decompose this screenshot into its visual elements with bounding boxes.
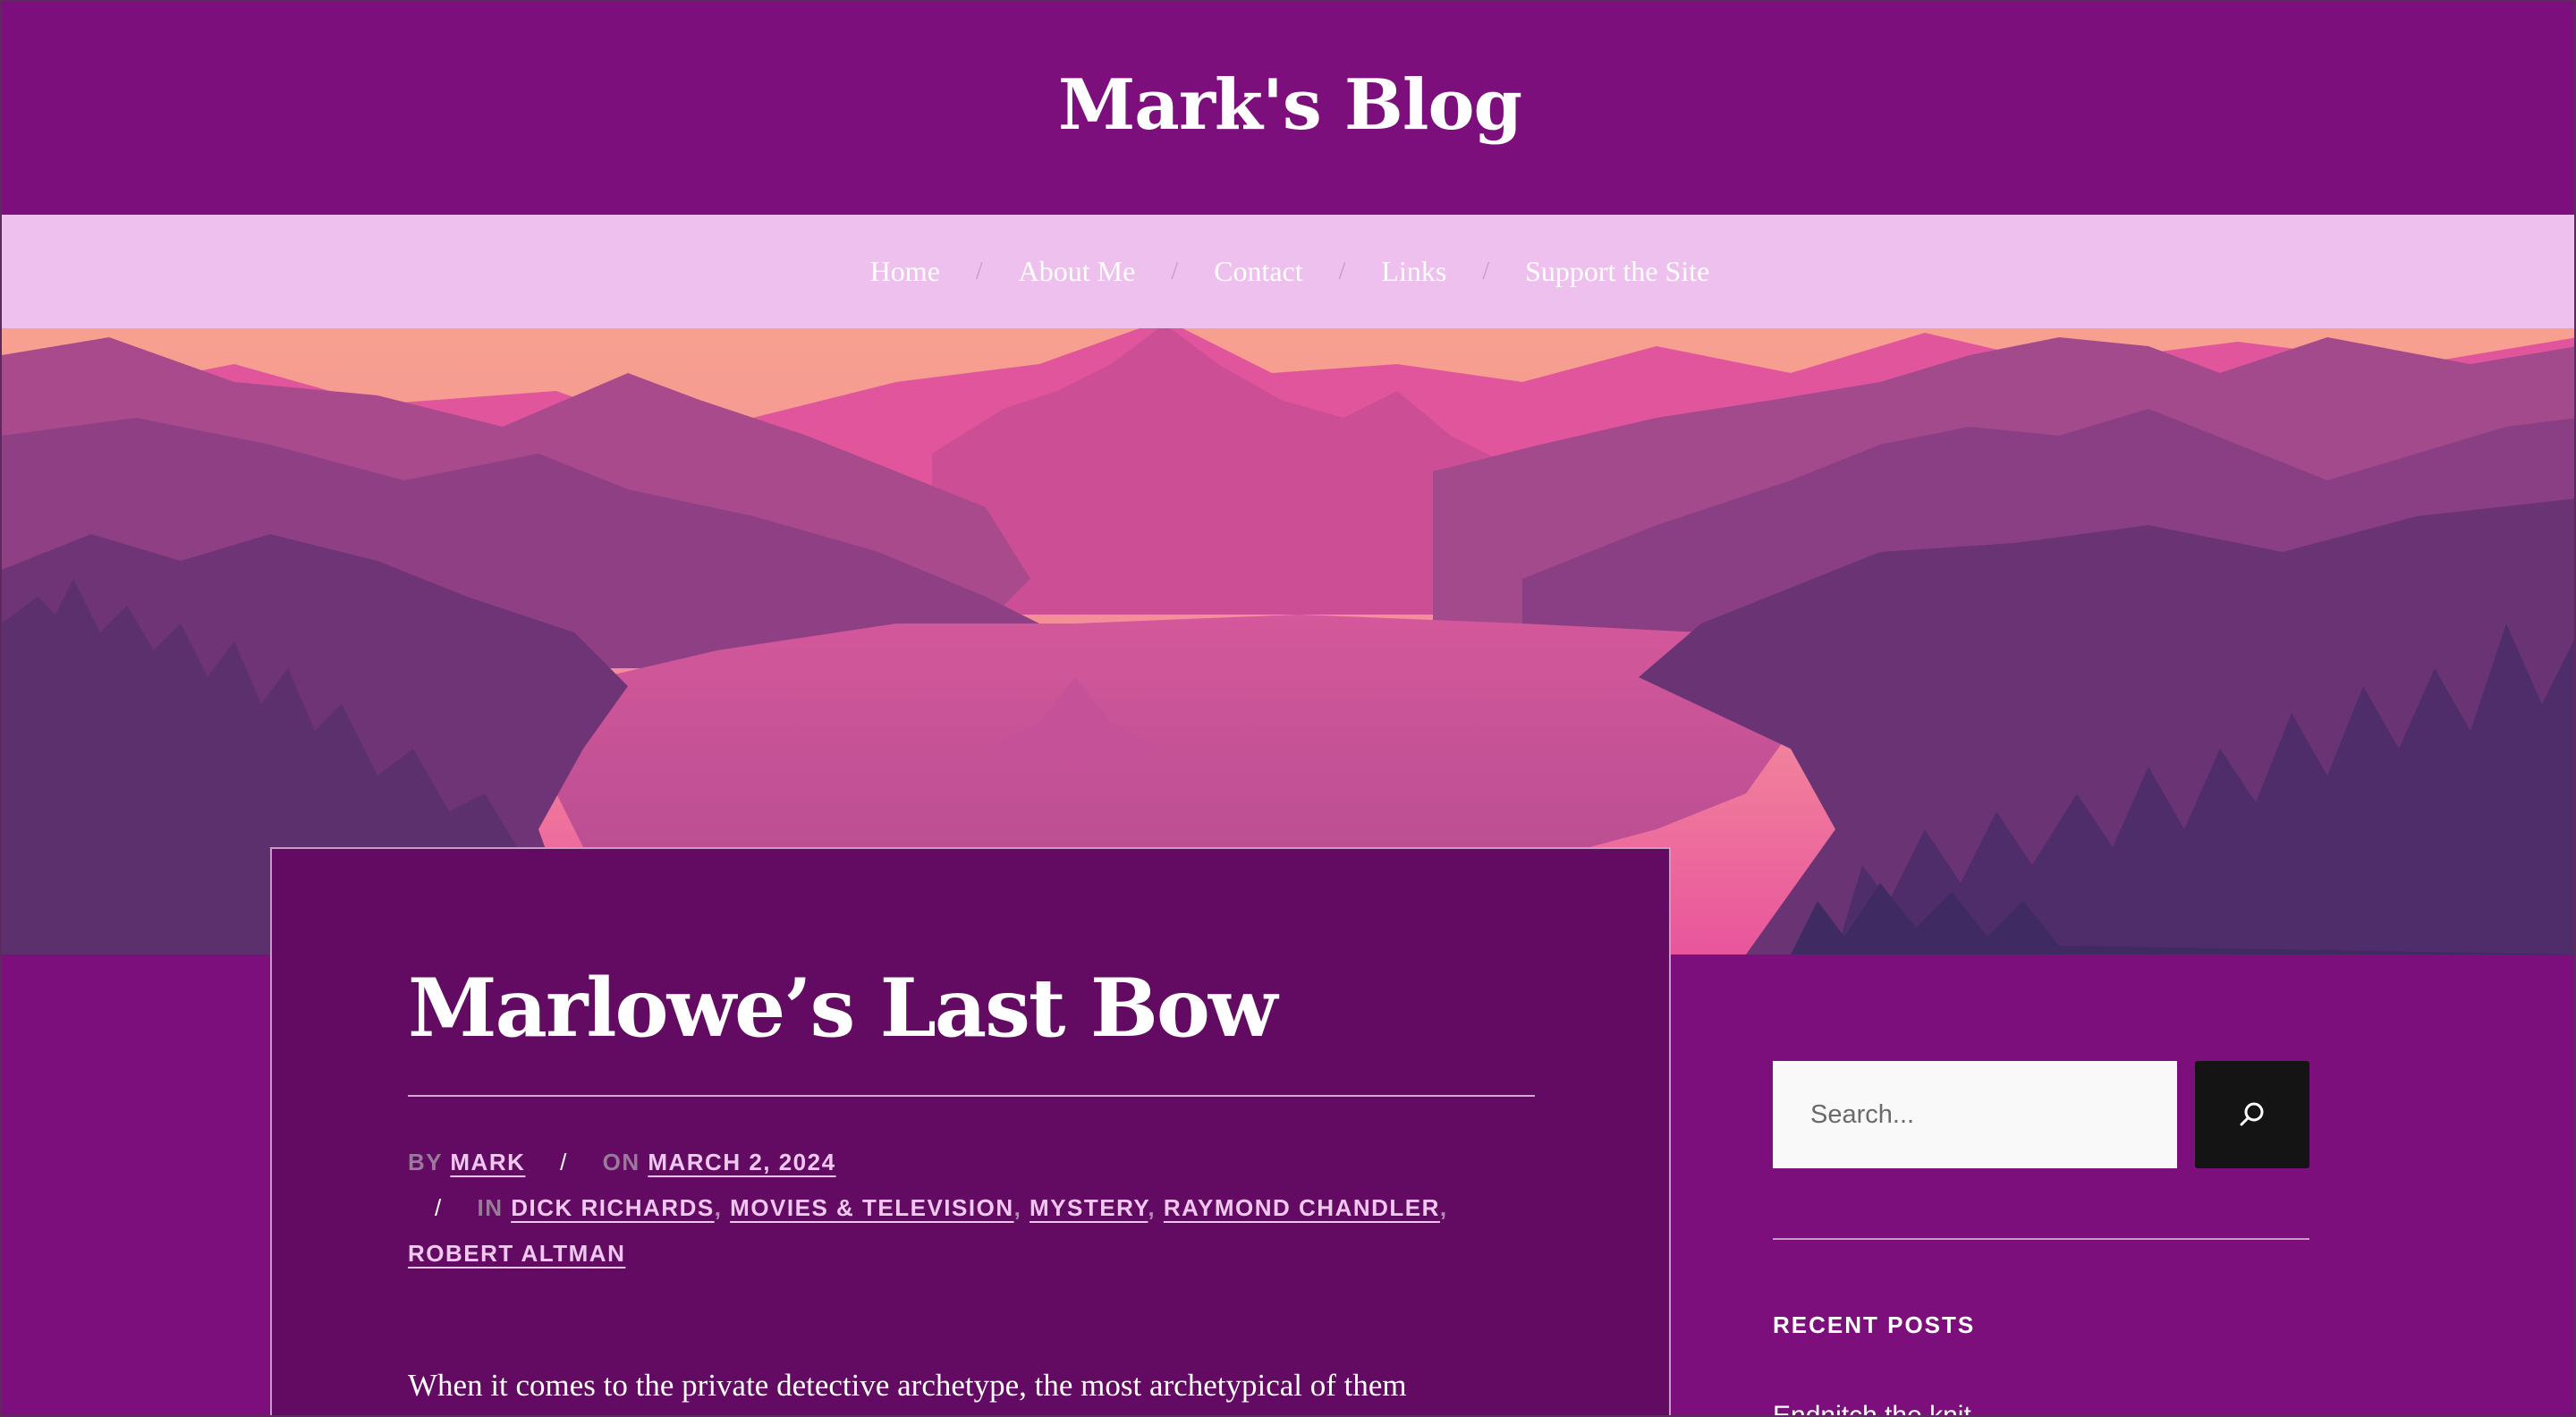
nav-separator: / xyxy=(1338,257,1346,285)
nav-item-contact[interactable]: Contact xyxy=(1214,255,1303,288)
nav-item-links[interactable]: Links xyxy=(1381,255,1446,288)
search-icon xyxy=(2240,1102,2264,1126)
meta-separator: / xyxy=(435,1194,443,1221)
meta-in-label: IN xyxy=(477,1194,504,1221)
search-input[interactable] xyxy=(1773,1061,2177,1168)
meta-comma: , xyxy=(1148,1194,1164,1221)
site-header: Mark's Blog xyxy=(2,2,2574,215)
meta-by-label: BY xyxy=(408,1149,443,1175)
post-title-divider xyxy=(408,1095,1535,1097)
category-link-movies-television[interactable]: MOVIES & TELEVISION xyxy=(730,1194,1013,1221)
sidebar-divider xyxy=(1773,1238,2309,1240)
site-title-link[interactable]: Mark's Blog xyxy=(1058,64,1522,146)
post-meta: BY MARK / ON MARCH 2, 2024 / IN DICK RIC… xyxy=(408,1140,1535,1277)
meta-comma: , xyxy=(1439,1194,1448,1221)
post-title[interactable]: Marlowe’s Last Bow xyxy=(408,961,1535,1056)
nav-item-about-me[interactable]: About Me xyxy=(1019,255,1136,288)
post-excerpt: When it comes to the private detective a… xyxy=(408,1368,1407,1403)
search-button[interactable] xyxy=(2195,1061,2309,1168)
sidebar: RECENT POSTS Endnitch the knit xyxy=(1773,1061,2309,1415)
nav-item-support-the-site[interactable]: Support the Site xyxy=(1525,255,1709,288)
post-author-link[interactable]: MARK xyxy=(450,1149,525,1175)
nav-item-home[interactable]: Home xyxy=(870,255,940,288)
main-navigation: Home / About Me / Contact / Links / Supp… xyxy=(2,215,2574,328)
category-link-robert-altman[interactable]: ROBERT ALTMAN xyxy=(408,1240,625,1267)
nav-separator: / xyxy=(975,257,983,285)
category-link-mystery[interactable]: MYSTERY xyxy=(1030,1194,1148,1221)
meta-comma: , xyxy=(714,1194,731,1221)
search-form xyxy=(1773,1061,2309,1168)
post-date-link[interactable]: MARCH 2, 2024 xyxy=(648,1149,835,1175)
recent-posts-heading: RECENT POSTS xyxy=(1773,1311,1976,1338)
meta-comma: , xyxy=(1013,1194,1030,1221)
meta-on-label: ON xyxy=(602,1149,640,1175)
nav-list: Home / About Me / Contact / Links / Supp… xyxy=(2,215,2574,328)
category-link-raymond-chandler[interactable]: RAYMOND CHANDLER xyxy=(1164,1194,1440,1221)
category-link-dick-richards[interactable]: DICK RICHARDS xyxy=(511,1194,715,1221)
site-title: Mark's Blog xyxy=(2,64,2574,146)
nav-separator: / xyxy=(1171,257,1179,285)
post-card: Marlowe’s Last Bow BY MARK / ON MARCH 2,… xyxy=(270,847,1671,1415)
page: Mark's Blog Home / About Me / Contact / … xyxy=(0,0,2576,1417)
nav-separator: / xyxy=(1482,257,1490,285)
recent-post-link[interactable]: Endnitch the knit xyxy=(1773,1401,1971,1415)
meta-separator: / xyxy=(560,1149,568,1175)
